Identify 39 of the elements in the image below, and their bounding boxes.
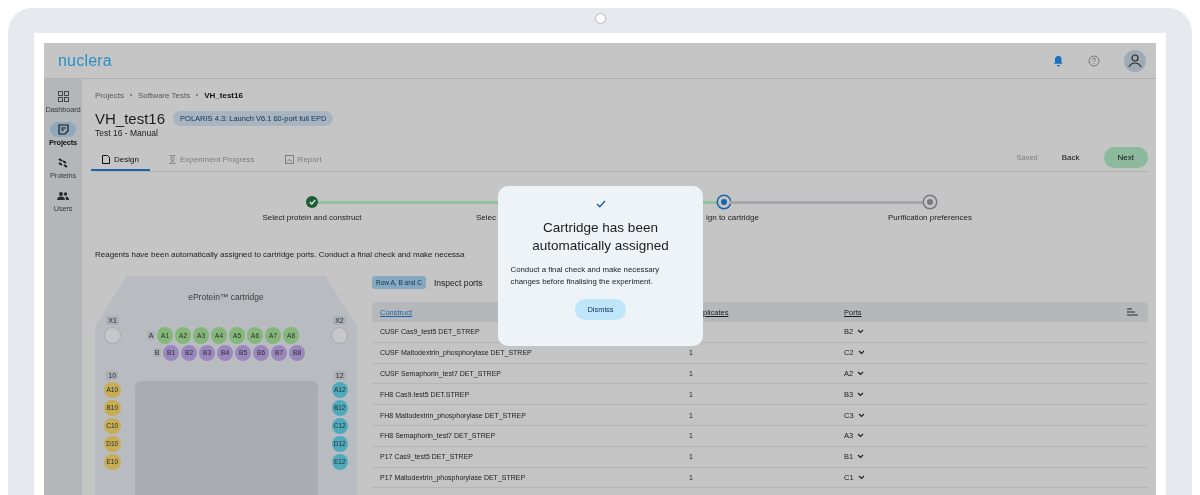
help-icon[interactable] — [1088, 54, 1100, 67]
camera-icon — [594, 13, 606, 24]
chevron-down-icon — [857, 329, 865, 335]
step-label: Selec — [475, 213, 497, 222]
modal-title: Cartridge has been automatically assigned — [531, 219, 670, 255]
chevron-down-icon — [857, 412, 865, 418]
document-icon — [102, 155, 110, 164]
chevron-down-icon — [857, 454, 865, 460]
users-icon — [57, 190, 69, 201]
chevron-down-icon — [857, 391, 865, 397]
breadcrumb-link[interactable]: Software Tests — [137, 90, 191, 100]
filter-label: Inspect ports — [433, 277, 483, 288]
instruction-text: Reagents have been automatically assigned to cartridge ports. Conduct a final check and make necessa — [95, 250, 466, 259]
notification-bell-icon[interactable] — [1053, 54, 1064, 67]
image-icon — [284, 155, 294, 164]
tab[interactable]: Design — [91, 151, 150, 171]
next-button[interactable]: Next — [1103, 147, 1148, 168]
empty-port — [104, 327, 121, 344]
avatar-icon[interactable] — [1124, 49, 1146, 72]
page-title: VH_test16 — [95, 110, 166, 127]
document-icon — [57, 124, 69, 135]
step-label: ign to cartridge — [705, 213, 760, 222]
page-subtitle: Test 16 - Manual — [95, 128, 159, 138]
empty-port — [331, 327, 348, 344]
logo: nuclera — [58, 51, 112, 70]
chevron-down-icon — [857, 433, 865, 439]
chevron-down-icon — [857, 350, 865, 356]
step-label: Select protein and construct — [261, 213, 363, 222]
grid-icon — [57, 91, 69, 102]
checkmark-icon — [595, 200, 606, 208]
chevron-down-icon — [857, 474, 865, 480]
chevron-down-icon — [857, 371, 865, 376]
sort-icon[interactable] — [1127, 308, 1138, 316]
step-label: Purification preferences — [886, 213, 973, 222]
back-button[interactable]: Back — [1051, 148, 1090, 167]
hourglass-icon — [168, 155, 176, 164]
bars-icon — [57, 157, 69, 168]
breadcrumb-link[interactable]: Projects — [95, 90, 124, 100]
cartridge-title: eProtein™ cartridge — [187, 292, 265, 302]
